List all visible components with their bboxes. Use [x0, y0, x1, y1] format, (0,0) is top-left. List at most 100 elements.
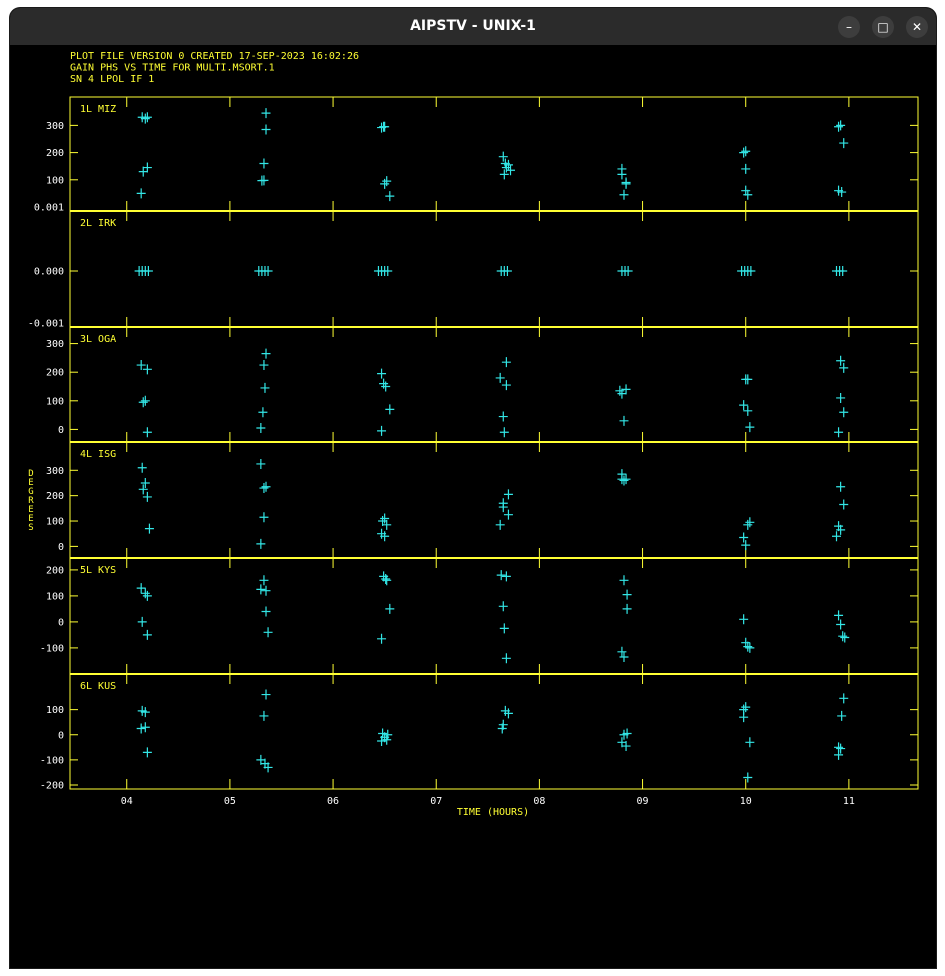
data-point	[619, 575, 629, 586]
panel-label: 3L OGA	[80, 334, 116, 345]
data-point	[259, 483, 269, 494]
close-button[interactable]: ✕	[906, 16, 928, 38]
data-point	[261, 689, 271, 700]
panel-2: 2L IRK 0.000 -0.001	[28, 211, 918, 330]
data-point	[743, 374, 753, 385]
data-point	[258, 407, 268, 418]
data-point	[142, 491, 152, 502]
data-point	[142, 629, 152, 640]
panel-label: 1L MIZ	[80, 104, 116, 115]
data-point	[743, 772, 753, 783]
maximize-button[interactable]: □	[872, 16, 894, 38]
data-point	[836, 481, 846, 492]
data-point	[261, 124, 271, 135]
data-point	[834, 121, 844, 132]
x-axis: 04 05 06 07 08 09 10 11	[121, 796, 855, 807]
data-point	[256, 458, 266, 469]
data-point	[619, 415, 629, 426]
data-point	[503, 489, 513, 500]
panel-6: 6L KUS -200 -100 0 100	[40, 674, 918, 792]
data-point	[379, 378, 389, 389]
aipstv-window: AIPSTV - UNIX-1 – □ ✕ PLOT FILE VERSION …	[10, 8, 936, 968]
data-point	[261, 585, 271, 596]
panel-group: 1L MIZ1002003000.0012L IRK0.000-0.0013L …	[28, 96, 919, 792]
data-point	[741, 163, 751, 174]
y-tick-label: 200	[46, 368, 64, 379]
data-point	[741, 702, 751, 713]
data-point	[622, 603, 632, 614]
data-point	[840, 632, 850, 643]
panel-3: 3L OGA 0 100 200 300	[46, 327, 918, 443]
data-point	[499, 623, 509, 634]
data-point	[838, 631, 848, 642]
data-point	[256, 538, 266, 549]
y-tick-label: 0	[58, 425, 64, 436]
data-point	[839, 693, 849, 704]
y-tick-label: 0.001	[34, 203, 64, 214]
data-point	[377, 425, 387, 436]
data-point	[836, 392, 846, 403]
data-point	[834, 427, 844, 438]
data-point	[385, 404, 395, 415]
data-point	[621, 474, 631, 485]
data-point	[261, 348, 271, 359]
panel-label: 2L IRK	[80, 218, 116, 229]
y-tick-label: 300	[46, 121, 64, 132]
data-point	[385, 191, 395, 202]
data-point	[498, 601, 508, 612]
data-point	[136, 723, 146, 734]
data-point	[839, 407, 849, 418]
data-point	[621, 177, 631, 188]
y-tick-label: 0	[58, 730, 64, 741]
data-point	[263, 627, 273, 638]
minimize-button[interactable]: –	[838, 16, 860, 38]
title-bar[interactable]: AIPSTV - UNIX-1 – □ ✕	[10, 8, 936, 45]
header-line-2: GAIN PHS VS TIME FOR MULTI.MSORT.1	[70, 63, 275, 74]
y-tick-label: 200	[46, 491, 64, 502]
data-point	[142, 427, 152, 438]
y-axis-label: DEGREES	[28, 469, 34, 533]
x-tick-label: 11	[843, 796, 855, 807]
data-point	[617, 388, 627, 399]
data-point	[140, 395, 150, 406]
data-point	[836, 743, 846, 754]
data-point	[836, 619, 846, 630]
data-point	[261, 108, 271, 119]
data-point	[261, 481, 271, 492]
data-point	[501, 380, 511, 391]
data-point	[379, 121, 389, 132]
data-point	[617, 646, 627, 657]
panel-label: 5L KYS	[80, 565, 116, 576]
data-point	[385, 603, 395, 614]
plot-canvas: PLOT FILE VERSION 0 CREATED 17-SEP-2023 …	[10, 45, 936, 968]
data-point	[834, 610, 844, 621]
data-point	[136, 188, 146, 199]
data-point	[495, 372, 505, 383]
y-tick-label: 0	[58, 542, 64, 553]
data-point	[259, 512, 269, 523]
data-point	[834, 749, 844, 760]
data-point	[495, 519, 505, 530]
data-point	[142, 112, 152, 123]
data-point	[140, 588, 150, 599]
data-point	[136, 583, 146, 594]
data-point	[381, 574, 391, 584]
data-point	[136, 360, 146, 371]
data-point	[138, 397, 148, 408]
data-point	[839, 138, 849, 149]
data-point	[256, 584, 266, 595]
maximize-icon: □	[877, 20, 889, 34]
x-tick-label: 09	[637, 796, 649, 807]
y-tick-label: 300	[46, 339, 64, 350]
data-point	[503, 509, 513, 520]
data-point	[745, 642, 755, 653]
data-point	[261, 606, 271, 617]
x-tick-label: 07	[430, 796, 442, 807]
data-point	[498, 151, 508, 162]
data-point	[743, 519, 753, 530]
data-point	[743, 405, 753, 416]
data-point	[377, 633, 387, 644]
data-point	[501, 357, 511, 368]
y-tick-label: 200	[46, 565, 64, 576]
y-tick-label: 200	[46, 148, 64, 159]
